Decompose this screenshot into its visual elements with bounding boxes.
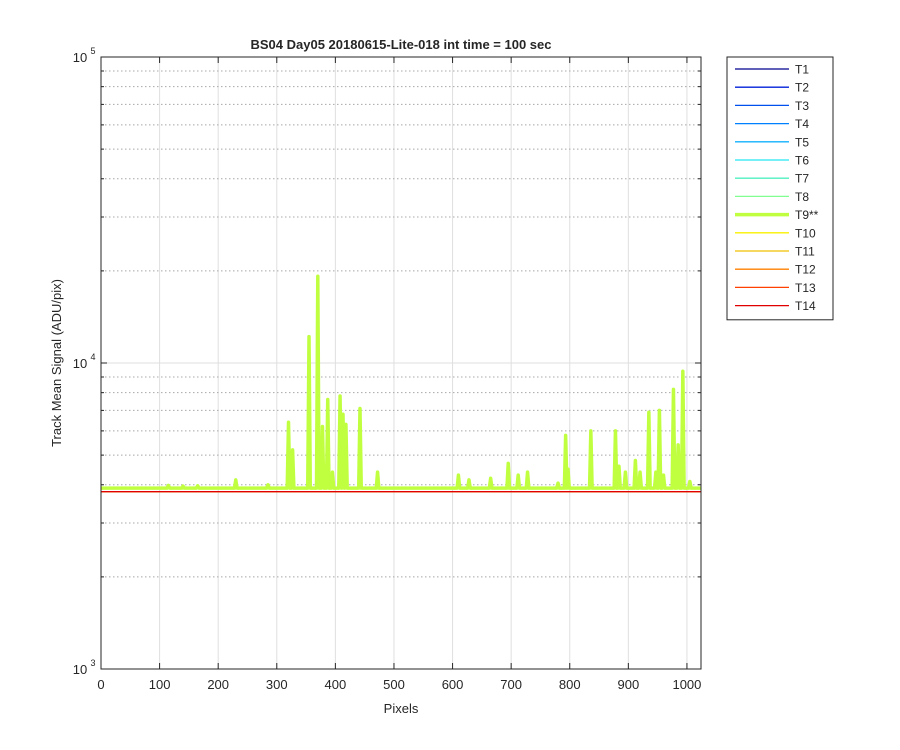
legend-label-t9: T9** xyxy=(795,208,819,222)
y-tick-exponent-2: 5 xyxy=(90,46,95,56)
legend-label-t2: T2 xyxy=(795,81,809,95)
chart-title: BS04 Day05 20180615-Lite-018 int time = … xyxy=(251,37,552,52)
x-axis-label: Pixels xyxy=(384,701,419,716)
legend-box xyxy=(726,56,834,321)
legend-label-t13: T13 xyxy=(795,281,816,295)
legend-label-t3: T3 xyxy=(795,99,809,113)
y-tick-exponent-1: 4 xyxy=(90,352,95,362)
y-tick-label-0: 10 xyxy=(73,662,87,677)
chart-figure: 0 100 200 300 400 500 600 700 800 900 100010 310 410… xyxy=(0,0,900,750)
legend-label-t12: T12 xyxy=(795,263,816,277)
x-tick-label-3: 300 xyxy=(266,677,288,692)
x-tick-label-8: 800 xyxy=(559,677,581,692)
x-tick-label-1: 100 xyxy=(149,677,171,692)
legend-label-t14: T14 xyxy=(795,299,816,313)
x-tick-label-2: 200 xyxy=(207,677,229,692)
x-tick-label-4: 400 xyxy=(325,677,347,692)
legend-label-t8: T8 xyxy=(795,190,809,204)
x-tick-label-10: 1000 xyxy=(672,677,701,692)
legend-label-t11: T11 xyxy=(795,245,815,259)
legend-label-t4: T4 xyxy=(795,117,809,131)
y-tick-exponent-0: 3 xyxy=(90,658,95,668)
y-tick-label-1: 10 xyxy=(73,356,87,371)
legend-label-t1: T1 xyxy=(795,63,809,77)
legend: T1 T2 T3 T4 T5 T6 T7 T8 T9** T10 T11 T12 T13 T14 xyxy=(726,56,834,321)
legend-label-t5: T5 xyxy=(795,135,809,149)
legend-label-t6: T6 xyxy=(795,154,809,168)
x-tick-label-0: 0 xyxy=(97,677,104,692)
x-tick-label-6: 600 xyxy=(442,677,464,692)
y-tick-label-2: 10 xyxy=(73,50,87,65)
y-axis-label: Track Mean Signal (ADU/pix) xyxy=(49,279,64,447)
legend-label-t7: T7 xyxy=(795,172,809,186)
x-tick-label-9: 900 xyxy=(617,677,639,692)
legend-label-t10: T10 xyxy=(795,226,816,240)
x-tick-label-7: 700 xyxy=(500,677,522,692)
x-tick-label-5: 500 xyxy=(383,677,405,692)
